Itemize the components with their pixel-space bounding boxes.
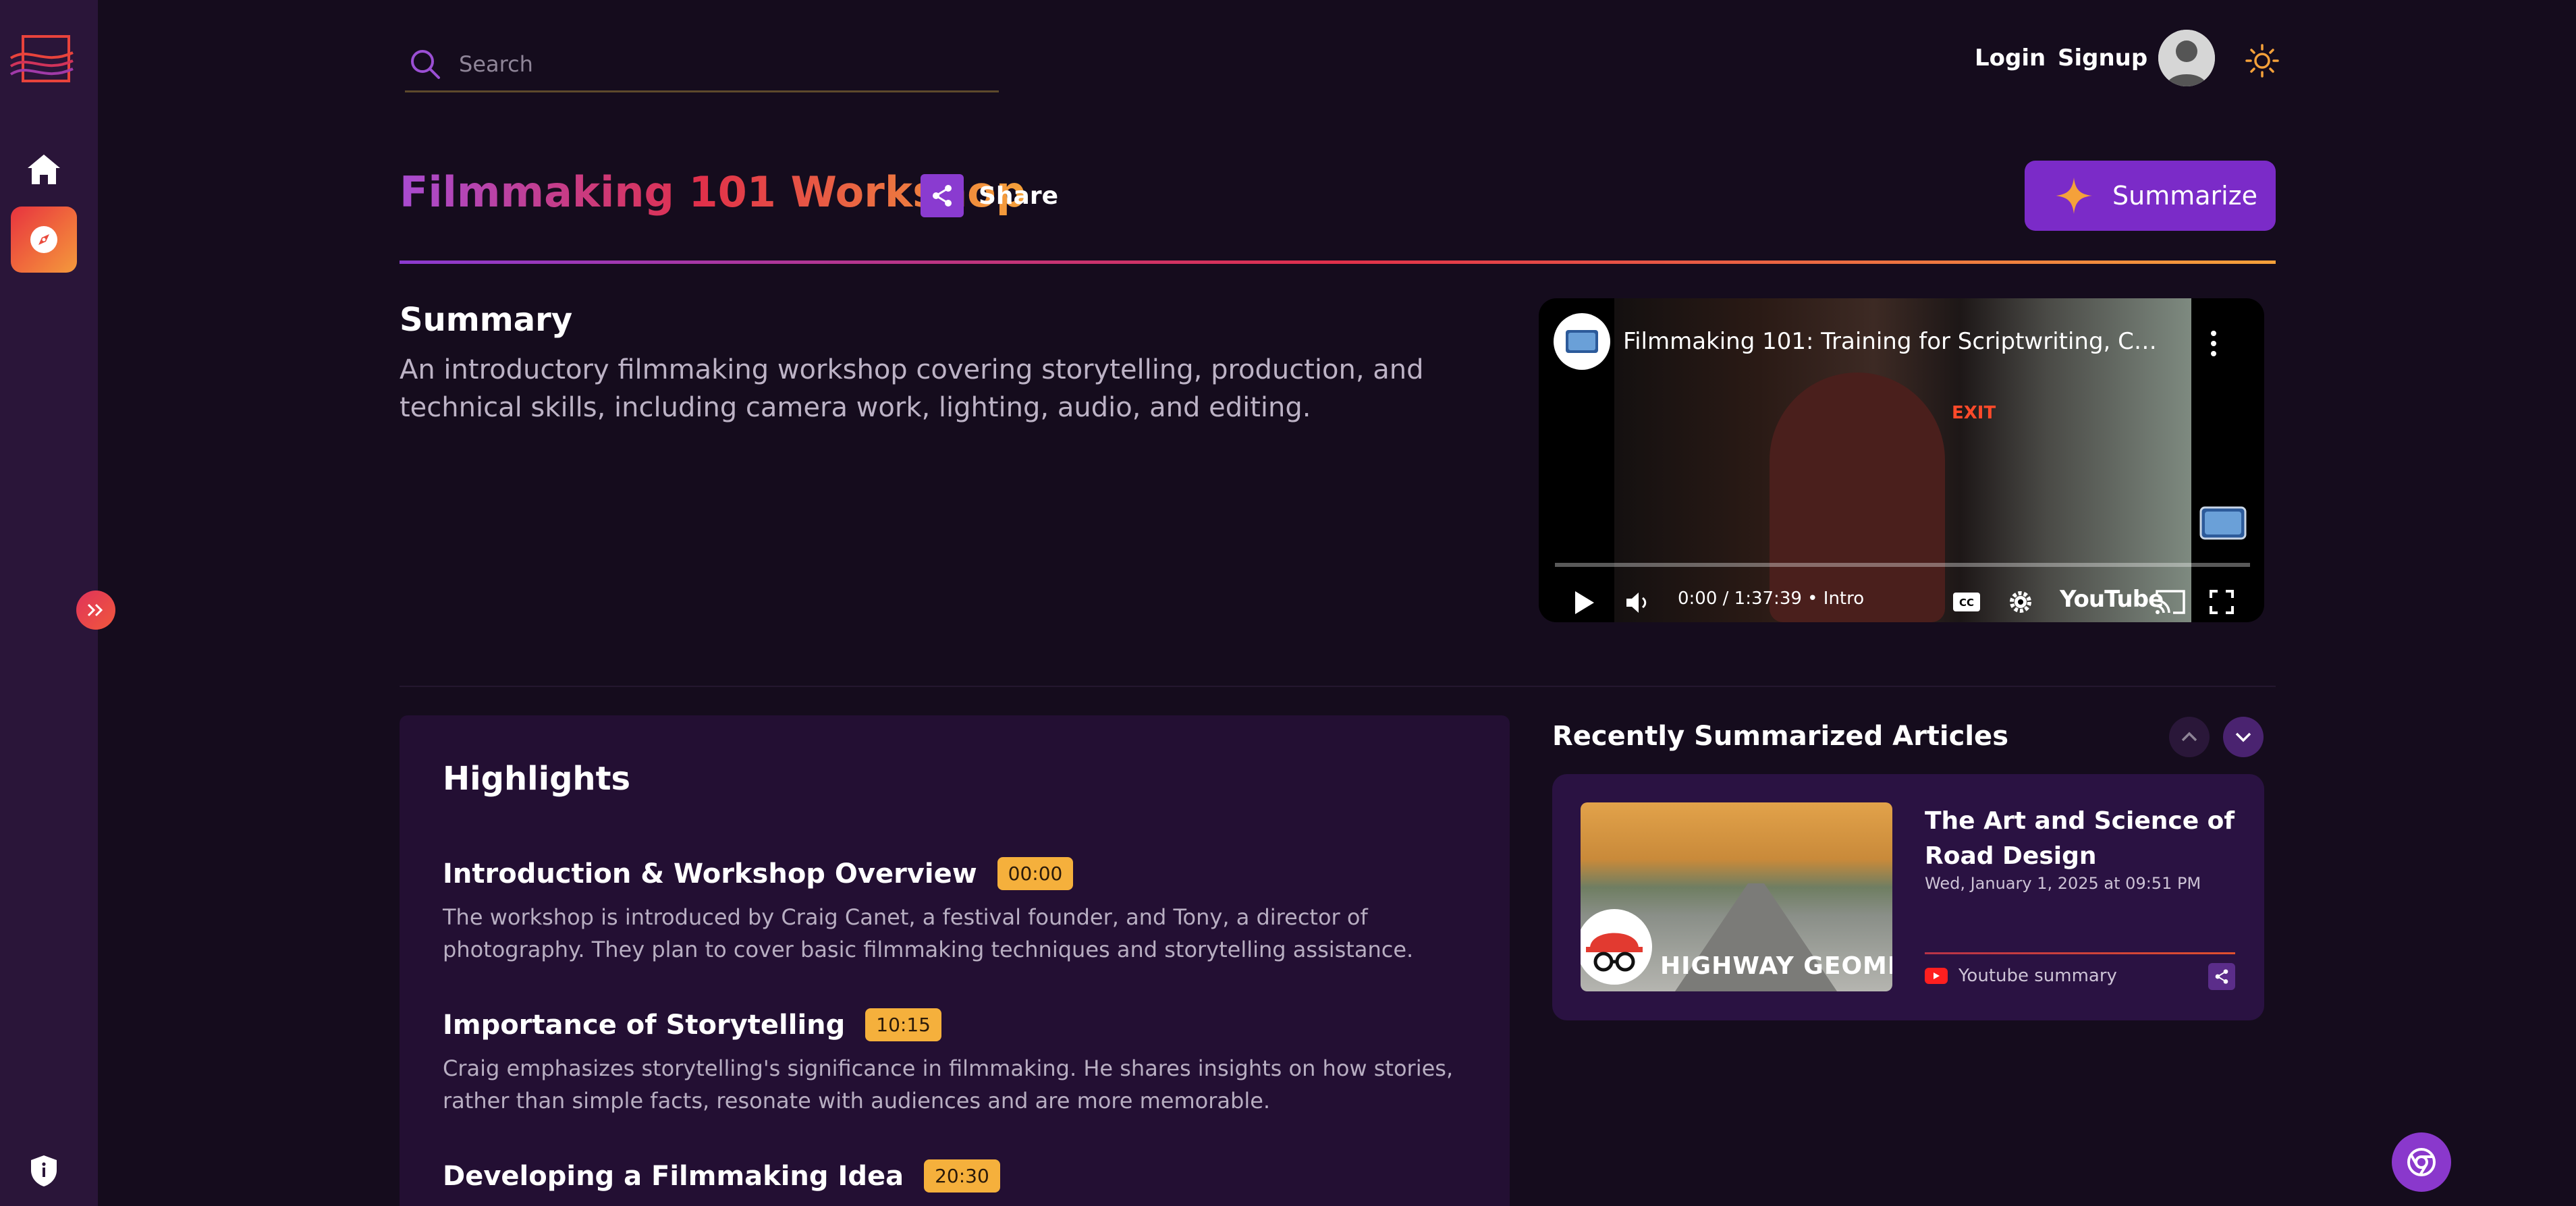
sidebar-expand-button[interactable] xyxy=(76,591,115,630)
recent-next-button[interactable] xyxy=(2223,717,2264,757)
search-icon xyxy=(411,49,440,79)
chevron-down-icon xyxy=(2235,732,2251,742)
video-time: 0:00 / 1:37:39 • Intro xyxy=(1678,588,1865,609)
youtube-logo[interactable]: YouTube xyxy=(2060,586,2164,613)
share-icon xyxy=(2215,969,2228,984)
highlight-item: Introduction & Workshop Overview 00:00 T… xyxy=(443,857,1482,966)
recent-prev-button[interactable] xyxy=(2169,717,2210,757)
compass-icon xyxy=(30,226,57,253)
highlight-item: Developing a Filmmaking Idea 20:30 xyxy=(443,1159,1482,1193)
fullscreen-icon[interactable] xyxy=(2208,588,2235,615)
app-logo-icon[interactable] xyxy=(9,32,74,86)
video-controls: 0:00 / 1:37:39 • Intro CC YouTube xyxy=(1539,582,2264,622)
login-link[interactable]: Login xyxy=(1975,45,2046,72)
exit-sign: EXIT xyxy=(1952,403,1996,423)
highlights-heading: Highlights xyxy=(443,760,631,798)
chevron-up-icon xyxy=(2181,732,2197,742)
search-bar xyxy=(405,37,999,92)
article-share-button[interactable] xyxy=(2208,963,2235,990)
thumbnail-caption: HIGHWAY GEOMETRY xyxy=(1660,952,1892,980)
video-title[interactable]: Filmmaking 101: Training for Scriptwriti… xyxy=(1623,328,2163,355)
shield-info-icon[interactable] xyxy=(28,1154,59,1188)
search-input[interactable] xyxy=(459,51,972,77)
user-avatar-icon[interactable] xyxy=(2158,30,2215,86)
signup-link[interactable]: Signup xyxy=(2058,45,2147,72)
share-button[interactable]: Share xyxy=(921,174,1058,217)
svg-text:CC: CC xyxy=(1959,597,1974,609)
double-chevron-right-icon xyxy=(87,603,103,617)
article-title[interactable]: The Art and Science of Road Design xyxy=(1925,804,2235,874)
more-options-icon[interactable] xyxy=(2207,327,2220,360)
video-chapter[interactable]: Intro xyxy=(1824,588,1864,609)
sidebar-item-explore[interactable] xyxy=(11,207,77,273)
channel-watermark-icon xyxy=(2199,506,2247,540)
source-label: Youtube summary xyxy=(1958,966,2117,986)
share-icon xyxy=(921,174,964,217)
video-player[interactable]: EXIT Filmmaking 101: Training for Script… xyxy=(1539,298,2264,622)
summary-text: An introductory filmmaking workshop cove… xyxy=(400,354,1424,423)
recent-articles-heading: Recently Summarized Articles xyxy=(1552,721,2008,752)
youtube-icon xyxy=(1925,968,1948,984)
video-progress-bar[interactable] xyxy=(1555,563,2250,567)
captions-icon[interactable]: CC xyxy=(1952,590,1981,614)
highlight-description: Craig emphasizes storytelling's signific… xyxy=(443,1056,1454,1114)
timestamp-badge[interactable]: 00:00 xyxy=(997,857,1074,890)
highlight-title: Developing a Filmmaking Idea xyxy=(443,1160,904,1192)
article-divider xyxy=(1925,952,2235,954)
timestamp-badge[interactable]: 20:30 xyxy=(924,1159,1000,1193)
summary-heading: Summary xyxy=(400,301,573,339)
article-source: Youtube summary xyxy=(1925,966,2117,986)
summarize-label: Summarize xyxy=(2112,181,2258,211)
cast-icon[interactable] xyxy=(2154,588,2187,615)
article-card[interactable]: HIGHWAY GEOMETRY The Art and Science of … xyxy=(1552,774,2264,1020)
volume-icon[interactable] xyxy=(1625,590,1655,615)
article-date: Wed, January 1, 2025 at 09:51 PM xyxy=(1925,874,2201,893)
share-label: Share xyxy=(979,182,1059,210)
highlight-item: Importance of Storytelling 10:15 Craig e… xyxy=(443,1008,1482,1117)
highlights-panel: Highlights Introduction & Workshop Overv… xyxy=(400,715,1510,1206)
highlight-description: The workshop is introduced by Craig Cane… xyxy=(443,904,1414,962)
helmet-icon xyxy=(1581,909,1652,985)
home-icon[interactable] xyxy=(24,150,63,189)
article-thumbnail[interactable]: HIGHWAY GEOMETRY xyxy=(1581,802,1892,991)
title-divider xyxy=(400,261,2276,264)
sun-icon[interactable] xyxy=(2245,43,2280,78)
channel-avatar-icon[interactable] xyxy=(1554,313,1610,370)
chrome-icon xyxy=(2407,1148,2436,1176)
summarize-button[interactable]: Summarize xyxy=(2025,161,2276,231)
sparkle-icon xyxy=(2056,177,2092,214)
timestamp-badge[interactable]: 10:15 xyxy=(865,1008,941,1041)
browser-extension-button[interactable] xyxy=(2392,1132,2451,1192)
highlight-title: Importance of Storytelling xyxy=(443,1009,846,1041)
section-divider xyxy=(400,686,2276,687)
highlight-title: Introduction & Workshop Overview xyxy=(443,858,977,889)
settings-gear-icon[interactable] xyxy=(2007,588,2034,615)
play-icon[interactable] xyxy=(1572,590,1595,615)
